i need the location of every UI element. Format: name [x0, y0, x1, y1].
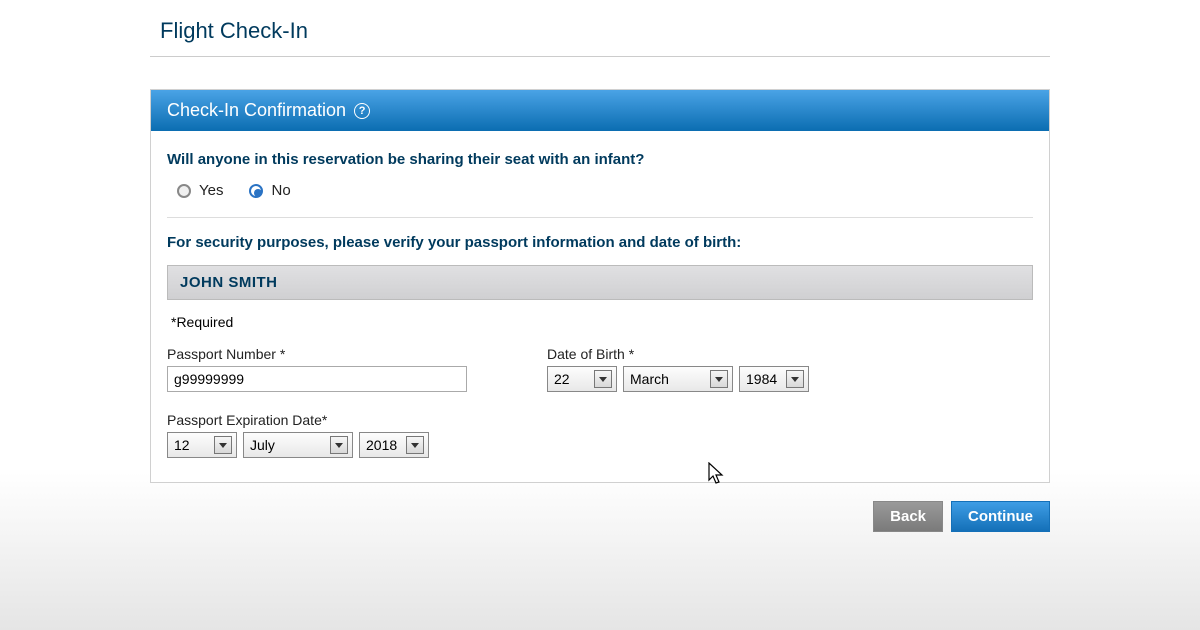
radio-icon: [177, 184, 191, 198]
radio-no-label: No: [271, 182, 290, 199]
dob-day-value: 22: [554, 371, 570, 387]
page-title: Flight Check-In: [150, 0, 1050, 56]
infant-radio-group: Yes No: [167, 182, 1033, 199]
exp-month-select[interactable]: July: [243, 432, 353, 458]
required-note: *Required: [171, 314, 1033, 330]
passenger-name-bar: JOHN SMITH: [167, 265, 1033, 300]
exp-year-value: 2018: [366, 437, 397, 453]
passport-number-input[interactable]: [167, 366, 467, 392]
dob-month-value: March: [630, 371, 669, 387]
dob-year-value: 1984: [746, 371, 777, 387]
security-instructions: For security purposes, please verify you…: [167, 234, 1033, 251]
panel-title: Check-In Confirmation: [167, 100, 346, 121]
infant-question: Will anyone in this reservation be shari…: [167, 151, 1033, 168]
exp-day-select[interactable]: 12: [167, 432, 237, 458]
chevron-down-icon: [710, 370, 728, 388]
exp-day-value: 12: [174, 437, 190, 453]
back-button[interactable]: Back: [873, 501, 943, 532]
radio-icon: [249, 184, 263, 198]
exp-month-value: July: [250, 437, 275, 453]
radio-no[interactable]: No: [249, 182, 290, 199]
dob-year-select[interactable]: 1984: [739, 366, 809, 392]
chevron-down-icon: [406, 436, 424, 454]
passport-expiration-label: Passport Expiration Date*: [167, 412, 467, 428]
dob-day-select[interactable]: 22: [547, 366, 617, 392]
continue-button[interactable]: Continue: [951, 501, 1050, 532]
radio-yes[interactable]: Yes: [177, 182, 223, 199]
dob-month-select[interactable]: March: [623, 366, 733, 392]
chevron-down-icon: [786, 370, 804, 388]
help-icon[interactable]: ?: [354, 103, 370, 119]
chevron-down-icon: [330, 436, 348, 454]
dob-label: Date of Birth *: [547, 346, 809, 362]
section-divider: [167, 217, 1033, 218]
divider: [150, 56, 1050, 57]
chevron-down-icon: [594, 370, 612, 388]
panel-header: Check-In Confirmation ?: [151, 90, 1049, 131]
radio-yes-label: Yes: [199, 182, 223, 199]
button-row: Back Continue: [150, 501, 1050, 532]
checkin-panel: Check-In Confirmation ? Will anyone in t…: [150, 89, 1050, 483]
chevron-down-icon: [214, 436, 232, 454]
passport-number-label: Passport Number *: [167, 346, 467, 362]
exp-year-select[interactable]: 2018: [359, 432, 429, 458]
